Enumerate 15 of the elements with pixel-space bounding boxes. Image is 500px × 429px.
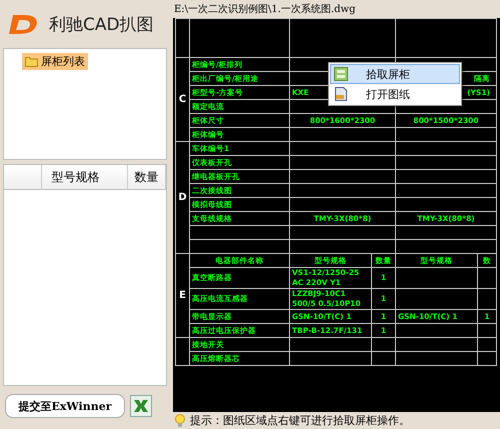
menu-item[interactable]: 拾取屏柜 bbox=[330, 64, 460, 84]
app-title: 利驰CAD扒图 bbox=[49, 14, 154, 36]
lightbulb-icon bbox=[174, 414, 186, 428]
status-hint: 提示：图纸区域点右键可进行拾取屏柜操作。 bbox=[190, 413, 410, 428]
document-icon bbox=[334, 87, 348, 101]
spreadsheet-icon[interactable] bbox=[130, 395, 152, 417]
menu-item[interactable]: 打开图纸 bbox=[330, 84, 460, 104]
file-path: E:\一次二次识别例图\1.一次系统图.dwg bbox=[173, 2, 356, 17]
section-letter: D bbox=[178, 192, 187, 202]
tree-item[interactable]: 屏柜列表 bbox=[22, 53, 88, 70]
submit-button[interactable]: 提交至ExWinner bbox=[5, 394, 125, 418]
cabinet-icon bbox=[334, 67, 348, 81]
section-letter: E bbox=[179, 290, 186, 300]
folder-icon bbox=[25, 56, 38, 67]
section-letter: C bbox=[178, 94, 186, 104]
